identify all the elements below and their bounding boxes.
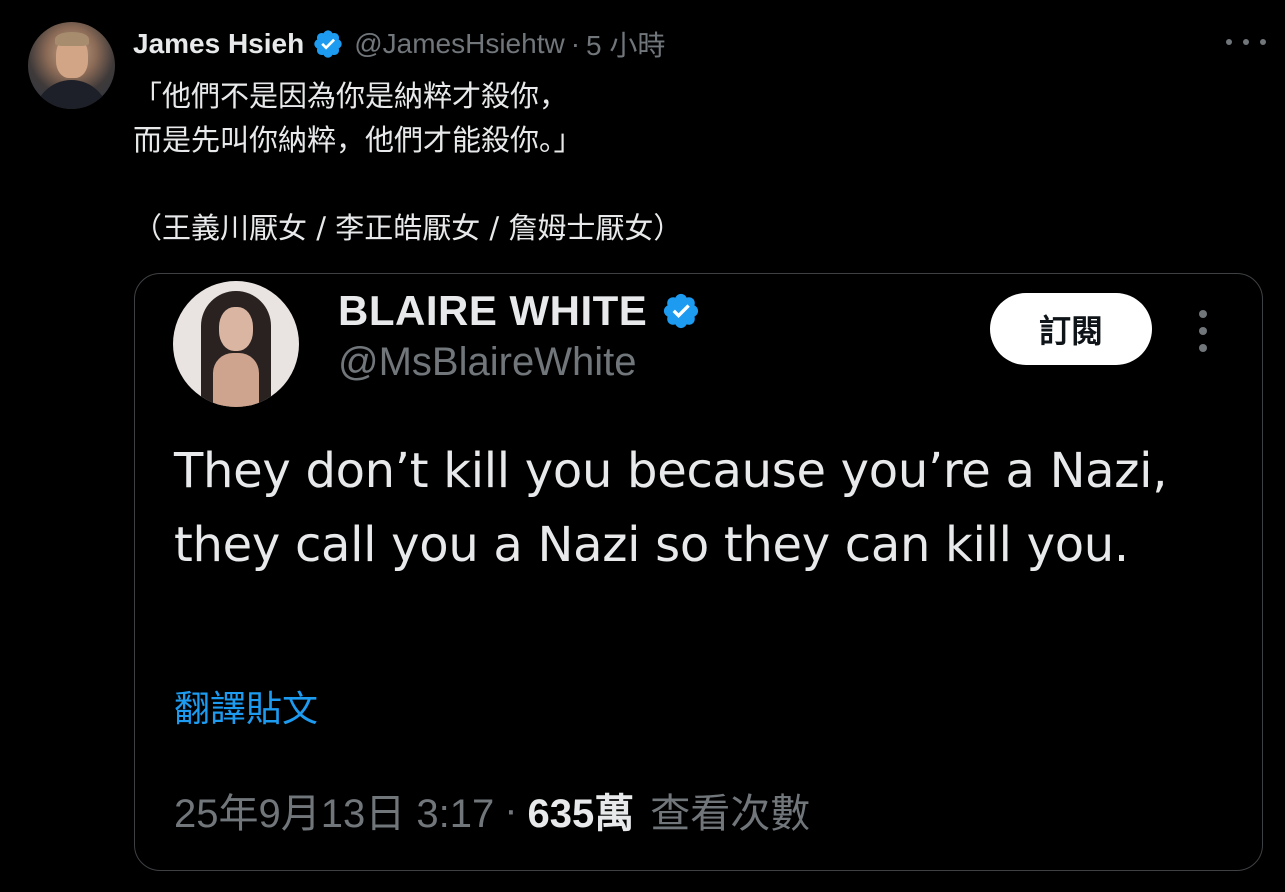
post-timestamp[interactable]: 5 小時	[586, 24, 665, 64]
quoted-author-avatar[interactable]	[173, 281, 299, 407]
author-avatar[interactable]	[28, 22, 115, 109]
subscribe-button[interactable]: 訂閱	[990, 293, 1152, 365]
post-text: 「他們不是因為你是納粹才殺你， 而是先叫你納粹，他們才能殺你。」 （王義川厭女 …	[133, 79, 683, 245]
quoted-post-meta: 25年9月13日 3:17 · 635萬 查看次數	[174, 782, 810, 838]
more-vertical-icon[interactable]	[1193, 310, 1213, 352]
post: James Hsieh @JamesHsiehtw · 5 小時 「他們不是因為…	[0, 0, 1285, 892]
quoted-post-date[interactable]: 25年9月13日 3:17	[174, 781, 494, 839]
verified-badge-icon	[664, 293, 699, 329]
post-header: James Hsieh @JamesHsiehtw · 5 小時	[133, 24, 665, 64]
author-name[interactable]: James Hsieh	[133, 28, 304, 60]
author-handle[interactable]: @JamesHsiehtw	[354, 28, 564, 60]
translate-post-link[interactable]: 翻譯貼文	[174, 680, 318, 732]
views-label: 查看次數	[650, 792, 811, 836]
more-horizontal-icon[interactable]	[1226, 30, 1266, 54]
views-count: 635萬	[527, 792, 635, 836]
more-dot	[1243, 39, 1249, 45]
avatar-body	[213, 353, 259, 407]
avatar-face	[219, 307, 253, 351]
more-dot	[1226, 39, 1232, 45]
quoted-post-card[interactable]: BLAIRE WHITE @MsBlaireWhite 訂閱 They don’…	[134, 273, 1263, 871]
meta-separator: ·	[504, 787, 518, 832]
quoted-post-text: They don’t kill you because you’re a Naz…	[174, 443, 1168, 573]
more-dot	[1199, 344, 1207, 352]
more-dot	[1199, 310, 1207, 318]
header-separator: ·	[570, 28, 581, 59]
verified-badge-icon	[314, 30, 342, 58]
avatar-shoulders	[34, 80, 109, 109]
avatar-hair	[55, 32, 89, 46]
more-dot	[1260, 39, 1266, 45]
more-dot	[1199, 327, 1207, 335]
quoted-author-name[interactable]: BLAIRE WHITE	[338, 287, 647, 335]
quoted-author-name-row: BLAIRE WHITE	[338, 286, 701, 336]
quoted-author-handle[interactable]: @MsBlaireWhite	[338, 340, 636, 385]
